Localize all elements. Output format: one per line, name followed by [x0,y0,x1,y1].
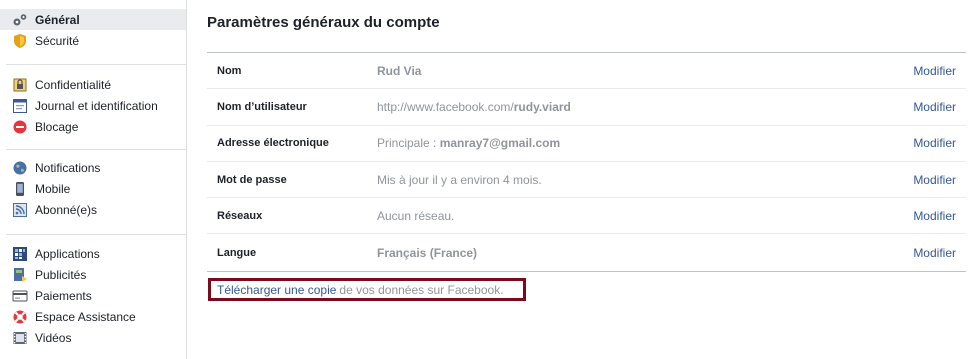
settings-sidebar: Général Sécurité Confidentialité Journal et… [0,0,187,359]
setting-value: Aucun réseau. [377,209,913,223]
sidebar-item-label: Confidentialité [35,77,112,92]
sidebar-item-securite[interactable]: Sécurité [0,30,186,51]
settings-row-nom: Nom Rud Via Modifier [207,53,966,90]
sidebar-item-notifications[interactable]: Notifications [0,157,186,178]
sidebar-item-mobile[interactable]: Mobile [0,178,186,199]
edit-link[interactable]: Modifier [913,209,966,223]
sidebar-item-label: Général [35,12,80,27]
ads-icon [12,267,28,283]
download-copy-highlight: Télécharger une copie de vos données sur… [208,278,526,301]
rss-icon [12,202,28,218]
timeline-icon [12,98,28,114]
sidebar-item-videos[interactable]: Vidéos [0,327,186,348]
setting-value-text: Principale : [377,136,440,151]
sidebar-item-paiements[interactable]: Paiements [0,285,186,306]
globe-icon [12,160,28,176]
settings-row-adresse-electronique: Adresse électronique Principale : manray7… [207,126,966,162]
shield-icon [12,33,28,49]
sidebar-item-label: Sécurité [35,33,80,48]
sidebar-divider [6,64,186,65]
sidebar-item-label: Applications [35,246,100,261]
sidebar-item-label: Vidéos [35,330,72,345]
setting-value-text: http://www.facebook.com/ [377,99,514,114]
settings-row-langue: Langue Français (France) Modifier [207,234,966,270]
sidebar-item-label: Abonné(e)s [35,202,98,217]
sidebar-item-label: Espace Assistance [35,309,136,324]
page-title: Paramètres généraux du compte [207,14,440,31]
film-icon [12,330,28,346]
sidebar-item-journal-et-identification[interactable]: Journal et identification [0,95,186,116]
setting-value: http://www.facebook.com/rudy.viard [377,100,913,114]
setting-value: Français (France) [377,246,913,260]
apps-icon [12,246,28,262]
sidebar-item-publicites[interactable]: Publicités [0,264,186,285]
edit-link[interactable]: Modifier [913,136,966,150]
block-icon [12,119,28,135]
lifebuoy-icon [12,309,28,325]
sidebar-divider [6,234,186,235]
sidebar-item-blocage[interactable]: Blocage [0,116,186,137]
download-copy-text: de vos données sur Facebook. [339,282,504,297]
card-icon [12,288,28,304]
sidebar-group: Confidentialité Journal et identification… [0,74,186,137]
setting-value-emphasis: manray7@gmail.com [439,136,561,151]
sidebar-group: Général Sécurité [0,9,186,51]
lock-icon [12,77,28,93]
setting-value-text: Aucun réseau. [377,208,455,223]
setting-value: Mis à jour il y a environ 4 mois. [377,173,913,187]
sidebar-item-label: Paiements [35,288,92,303]
settings-row-nom-d-utilisateur: Nom d’utilisateur http://www.facebook.com… [207,89,966,126]
sidebar-item-applications[interactable]: Applications [0,243,186,264]
edit-link[interactable]: Modifier [913,246,966,260]
sidebar-item-label: Publicités [35,267,87,282]
edit-link[interactable]: Modifier [913,173,966,187]
gears-icon [12,12,28,28]
setting-value-emphasis: rudy.viard [513,99,571,114]
settings-table: Nom Rud Via Modifier Nom d’utilisateur http:… [207,52,966,272]
sidebar-group: Notifications Mobile Abonné(e)s [0,157,186,220]
setting-label: Réseaux [217,209,263,222]
sidebar-item-label: Journal et identification [35,98,158,113]
setting-value-emphasis: Rud Via [377,63,422,78]
sidebar-item-label: Mobile [35,181,71,196]
setting-value-text: Mis à jour il y a environ 4 mois. [377,172,542,187]
setting-label: Nom d’utilisateur [217,100,307,113]
sidebar-item-espace-assistance[interactable]: Espace Assistance [0,306,186,327]
setting-label: Langue [217,246,257,259]
setting-value: Rud Via [377,64,913,78]
sidebar-item-general[interactable]: Général [0,9,186,30]
setting-value: Principale : manray7@gmail.com [377,136,913,150]
sidebar-item-label: Notifications [35,160,101,175]
sidebar-item-abonne-e-s[interactable]: Abonné(e)s [0,199,186,220]
sidebar-item-confidentialite[interactable]: Confidentialité [0,74,186,95]
sidebar-divider [6,149,186,150]
settings-row-mot-de-passe: Mot de passe Mis à jour il y a environ 4 … [207,162,966,199]
sidebar-group: Applications Publicités Paiements Espace As… [0,243,186,348]
download-copy-link[interactable]: Télécharger une copie [217,283,336,297]
setting-label: Mot de passe [217,173,287,186]
mobile-icon [12,181,28,197]
setting-label: Adresse électronique [217,137,329,150]
edit-link[interactable]: Modifier [913,100,966,114]
sidebar-item-label: Blocage [35,119,79,134]
setting-value-emphasis: Français (France) [377,245,478,260]
edit-link[interactable]: Modifier [913,64,966,78]
setting-label: Nom [217,64,242,77]
settings-row-reseaux: Réseaux Aucun réseau. Modifier [207,198,966,235]
